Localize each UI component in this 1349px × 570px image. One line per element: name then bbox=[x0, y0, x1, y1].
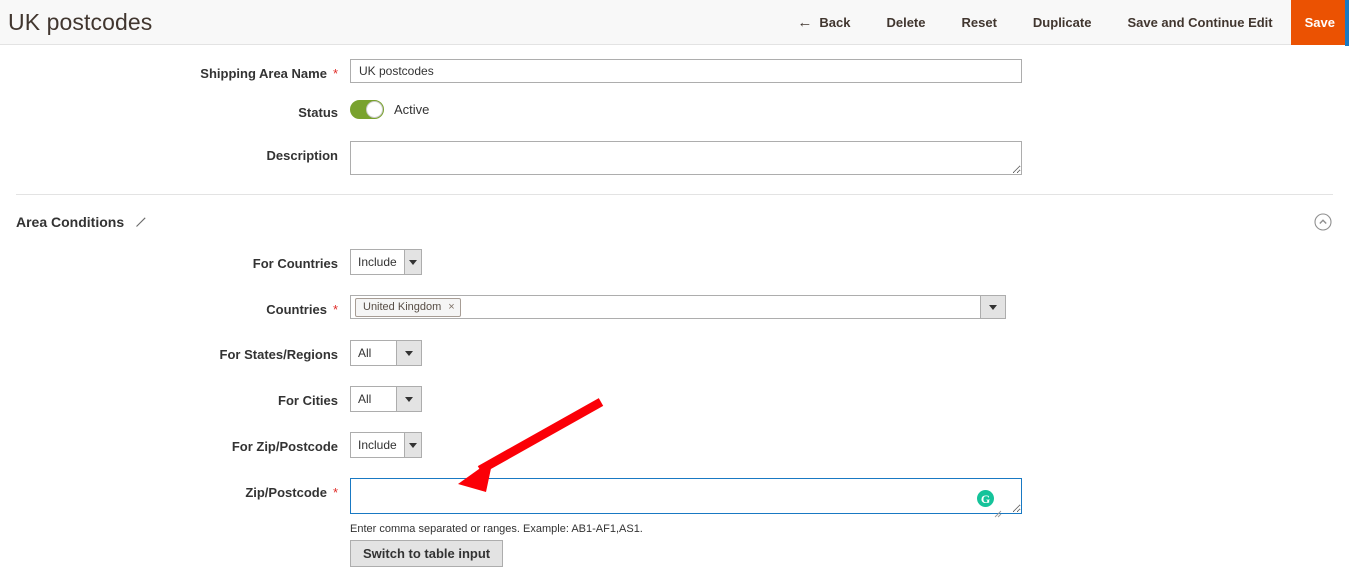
grammarly-icon[interactable]: G bbox=[977, 490, 994, 507]
for-cities-select[interactable]: All bbox=[350, 386, 422, 412]
field-for-states-regions: For States/Regions All bbox=[0, 340, 1349, 366]
chevron-down-icon bbox=[396, 387, 421, 411]
for-zip-postcode-label: For Zip/Postcode bbox=[231, 439, 338, 454]
zip-postcode-textarea[interactable] bbox=[350, 478, 1022, 514]
chevron-up-circle-icon[interactable] bbox=[1313, 212, 1333, 232]
zip-postcode-hint: Enter comma separated or ranges. Example… bbox=[350, 523, 643, 535]
back-button-label: Back bbox=[819, 14, 851, 30]
reset-button[interactable]: Reset bbox=[944, 0, 1015, 45]
field-countries: Countries * United Kingdom × bbox=[0, 295, 1349, 320]
main-form: Shipping Area Name* Status Active Descri… bbox=[0, 45, 1349, 567]
for-countries-select[interactable]: Include bbox=[350, 249, 422, 275]
save-and-continue-edit-button[interactable]: Save and Continue Edit bbox=[1109, 0, 1290, 45]
page-header: UK postcodes ← Back Delete Reset Duplica… bbox=[0, 0, 1349, 46]
area-conditions-title: Area Conditions bbox=[16, 214, 125, 230]
close-icon[interactable]: × bbox=[448, 301, 454, 313]
chevron-down-icon bbox=[403, 433, 421, 457]
field-for-cities: For Cities All bbox=[0, 386, 1349, 412]
status-toggle-label: Active bbox=[394, 102, 430, 117]
countries-chip-area[interactable]: United Kingdom × bbox=[351, 296, 980, 318]
for-states-regions-label: For States/Regions bbox=[219, 347, 338, 362]
status-label: Status bbox=[298, 105, 338, 120]
switch-to-table-input-button[interactable]: Switch to table input bbox=[350, 540, 504, 567]
status-toggle[interactable] bbox=[350, 100, 384, 119]
field-shipping-area-name: Shipping Area Name * bbox=[0, 59, 1349, 84]
for-states-regions-select[interactable]: All bbox=[350, 340, 422, 366]
field-for-countries: For Countries Include bbox=[0, 249, 1349, 275]
zip-postcode-label: Zip/Postcode * bbox=[245, 485, 338, 500]
delete-button[interactable]: Delete bbox=[868, 0, 943, 45]
back-button[interactable]: ← Back bbox=[777, 0, 868, 45]
field-for-zip-postcode: For Zip/Postcode Include bbox=[0, 432, 1349, 458]
arrow-left-icon: ← bbox=[797, 13, 813, 31]
header-actions: ← Back Delete Reset Duplicate Save and C… bbox=[777, 0, 1349, 45]
for-cities-value: All bbox=[358, 392, 372, 406]
save-button[interactable]: Save bbox=[1290, 0, 1349, 45]
vertical-scrollbar[interactable] bbox=[1345, 0, 1349, 46]
countries-label: Countries * bbox=[266, 302, 338, 317]
for-countries-label: For Countries bbox=[252, 256, 338, 271]
chevron-down-icon[interactable] bbox=[980, 296, 1005, 318]
for-cities-label: For Cities bbox=[278, 393, 338, 408]
field-zip-postcode: Zip/Postcode * G Enter comma separated or… bbox=[0, 478, 1349, 567]
shipping-area-name-label: Shipping Area Name * bbox=[200, 66, 338, 81]
description-label: Description bbox=[266, 148, 338, 163]
for-zip-postcode-select[interactable]: Include bbox=[350, 432, 422, 458]
for-countries-value: Include bbox=[358, 255, 397, 269]
field-description: Description bbox=[0, 141, 1349, 178]
chevron-down-icon bbox=[396, 341, 421, 365]
description-textarea[interactable] bbox=[350, 141, 1022, 175]
for-zip-postcode-value: Include bbox=[358, 438, 397, 452]
duplicate-button[interactable]: Duplicate bbox=[1015, 0, 1110, 45]
for-states-regions-value: All bbox=[358, 346, 372, 360]
countries-multiselect[interactable]: United Kingdom × bbox=[350, 295, 1006, 319]
country-chip[interactable]: United Kingdom × bbox=[355, 297, 461, 317]
pencil-icon[interactable] bbox=[134, 215, 148, 229]
area-conditions-header[interactable]: Area Conditions bbox=[0, 195, 1349, 249]
toggle-knob bbox=[366, 101, 383, 118]
chevron-down-icon bbox=[403, 250, 421, 274]
country-chip-label: United Kingdom bbox=[363, 300, 442, 313]
page-title: UK postcodes bbox=[8, 8, 153, 35]
shipping-area-name-input[interactable] bbox=[350, 59, 1022, 83]
field-status: Status Active bbox=[0, 98, 1349, 123]
